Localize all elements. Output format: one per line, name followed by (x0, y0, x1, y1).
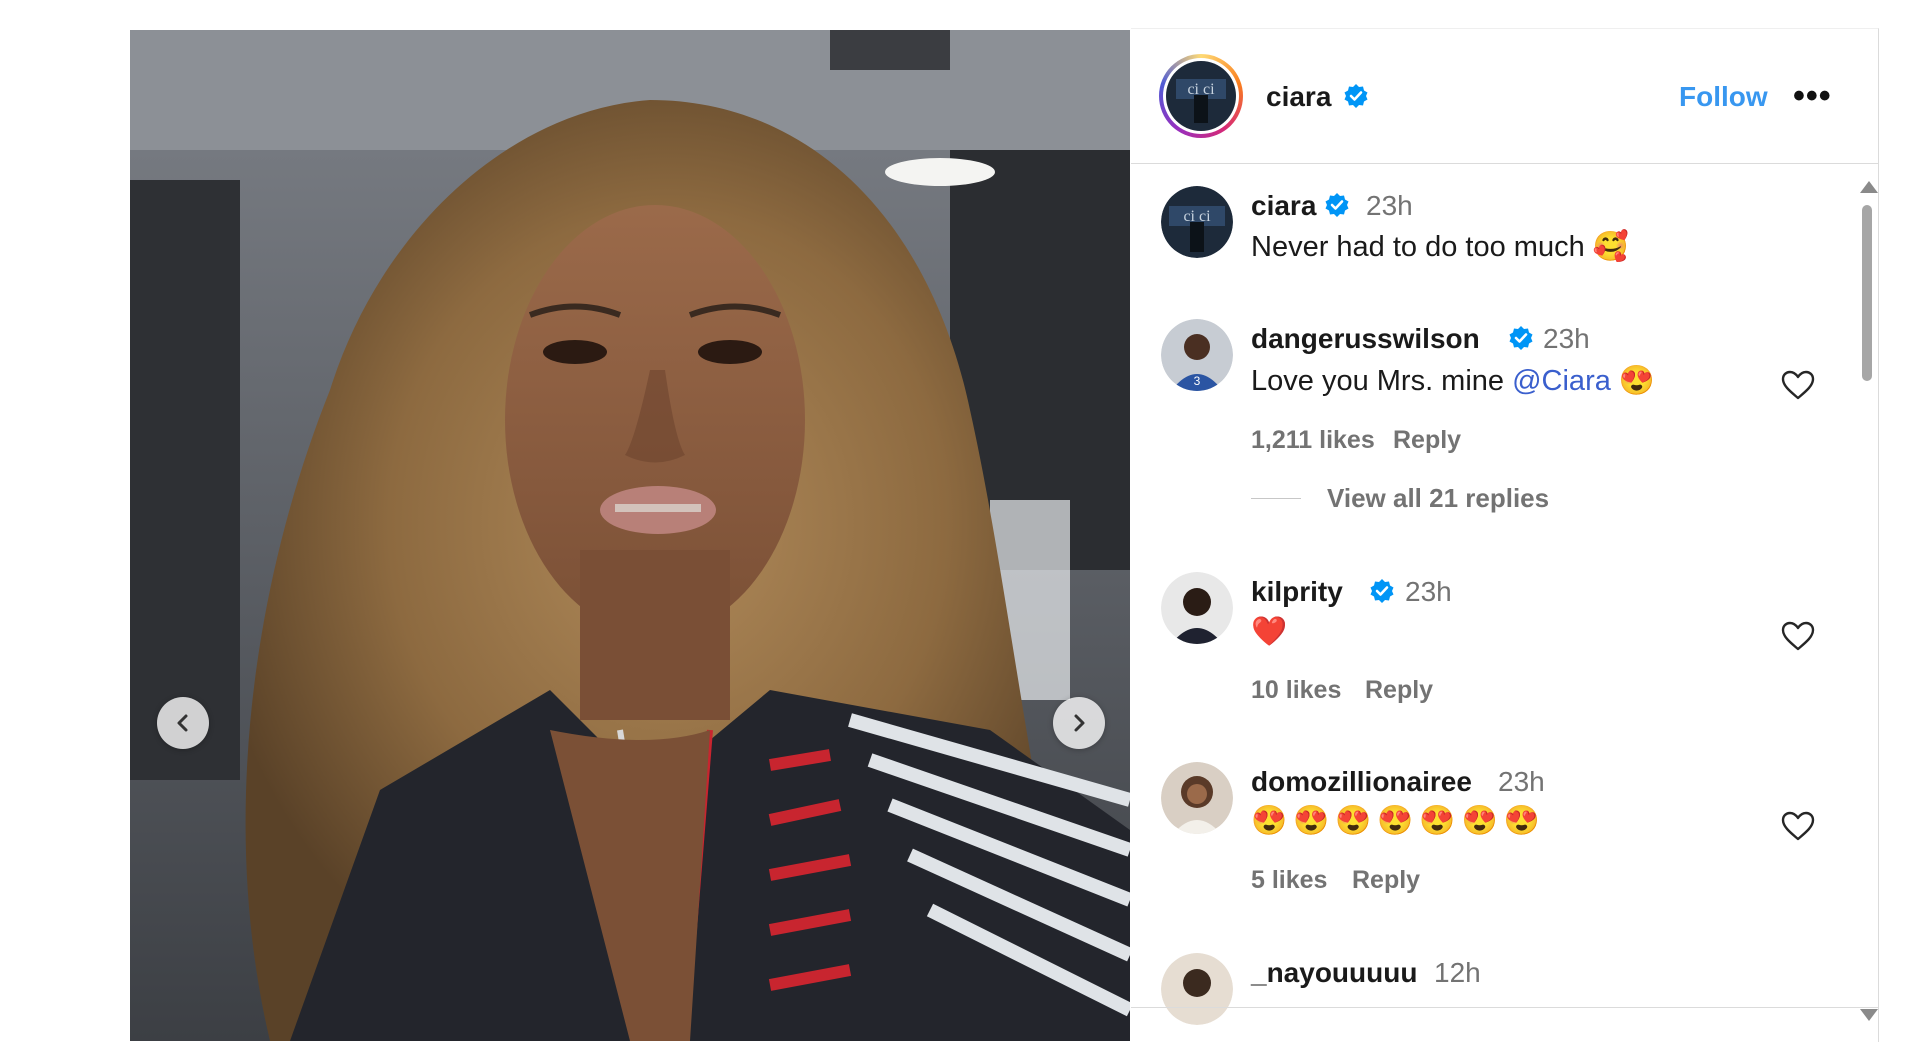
comment-username[interactable]: kilprity (1251, 576, 1343, 608)
previous-image-button[interactable] (157, 697, 209, 749)
scroll-down-arrow[interactable] (1860, 1009, 1878, 1021)
follow-button[interactable]: Follow (1679, 81, 1768, 113)
actions-divider (1131, 1007, 1878, 1008)
comment-username[interactable]: _nayouuuuu (1251, 957, 1417, 989)
avatar-image: ci ci (1161, 186, 1233, 258)
avatar-image (1161, 953, 1233, 1025)
avatar[interactable] (1161, 953, 1233, 1025)
chevron-right-icon (1074, 714, 1085, 732)
comment-username[interactable]: ciara (1251, 190, 1316, 222)
heart-outline-icon[interactable] (1781, 811, 1815, 841)
comment-emoji: ❤️ (1251, 616, 1288, 648)
avatar[interactable]: 3 (1161, 319, 1233, 391)
comment-timestamp: 23h (1366, 190, 1413, 221)
avatar: ci ci (1166, 61, 1236, 131)
avatar-image: 3 (1161, 319, 1233, 391)
comment-emoji: 😍 (1618, 365, 1656, 397)
verified-badge-icon (1370, 579, 1394, 603)
comment-emoji: 😍😍😍😍😍😍😍 (1251, 805, 1546, 837)
post-photo[interactable] (130, 30, 1130, 1041)
verified-badge-icon (1344, 84, 1368, 108)
scroll-thumb[interactable] (1862, 205, 1872, 381)
avatar-image (1161, 762, 1233, 834)
like-count[interactable]: 5 likes (1251, 866, 1327, 895)
view-replies-button[interactable]: View all 21 replies (1327, 483, 1549, 514)
reply-button[interactable]: Reply (1352, 866, 1420, 895)
avatar[interactable]: ci ci (1161, 186, 1233, 258)
avatar[interactable] (1161, 762, 1233, 834)
comments-list[interactable]: ci ci ciara 23h Never had to do too much… (1131, 164, 1851, 1034)
chevron-left-icon (177, 714, 188, 732)
svg-text:3: 3 (1194, 374, 1201, 388)
comment-timestamp: 23h (1405, 576, 1452, 607)
caption-body: Never had to do too much (1251, 231, 1585, 263)
comment-username[interactable]: dangerusswilson (1251, 323, 1480, 355)
comments-scrollbar[interactable] (1857, 169, 1878, 1039)
caption-emoji: 🥰 (1592, 231, 1629, 263)
avatar[interactable] (1161, 572, 1233, 644)
like-count[interactable]: 10 likes (1251, 676, 1341, 705)
reply-button[interactable]: Reply (1365, 676, 1433, 705)
comment-timestamp: 23h (1543, 323, 1590, 354)
comment-timestamp: 23h (1498, 766, 1545, 797)
comment-body: Love you Mrs. mine (1251, 365, 1505, 397)
caption-text: Never had to do too much 🥰 (1251, 230, 1629, 264)
comment-timestamp: 12h (1434, 957, 1481, 988)
reply-button[interactable]: Reply (1393, 426, 1461, 455)
mention-link[interactable]: @Ciara (1512, 365, 1611, 397)
more-options-button[interactable]: ••• (1793, 77, 1832, 116)
comment-text: Love you Mrs. mine @Ciara 😍 (1251, 364, 1655, 398)
replies-divider (1251, 498, 1301, 499)
author-username[interactable]: ciara (1266, 81, 1331, 113)
like-count[interactable]: 1,211 likes (1251, 426, 1375, 455)
heart-outline-icon[interactable] (1781, 621, 1815, 651)
post-details-panel: ci ci ciara Follow ••• ci ci ciara 23h N… (1131, 28, 1879, 1042)
avatar-image (1161, 572, 1233, 644)
comment-username[interactable]: domozillionairee (1251, 766, 1472, 798)
heart-outline-icon[interactable] (1781, 370, 1815, 400)
verified-badge-icon (1325, 193, 1349, 217)
post-header: ci ci ciara Follow ••• (1131, 29, 1878, 164)
author-avatar-ring[interactable]: ci ci (1159, 54, 1243, 138)
verified-badge-icon (1509, 326, 1533, 350)
next-image-button[interactable] (1053, 697, 1105, 749)
scroll-up-arrow[interactable] (1860, 181, 1878, 193)
post-image (130, 30, 1130, 1041)
